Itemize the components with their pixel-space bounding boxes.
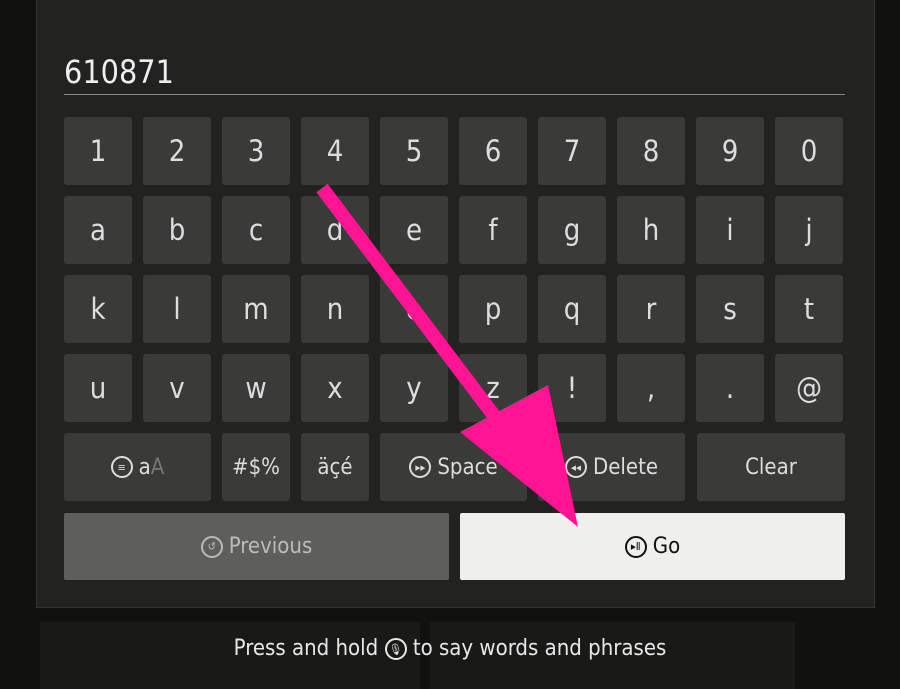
key-3[interactable]: 3	[222, 117, 290, 185]
key-9[interactable]: 9	[696, 117, 764, 185]
key-2[interactable]: 2	[143, 117, 211, 185]
key-j[interactable]: j	[775, 196, 843, 264]
key-z[interactable]: z	[459, 354, 527, 422]
key-q[interactable]: q	[538, 275, 606, 343]
rewind-icon: ◂◂	[564, 456, 587, 478]
clear-key[interactable]: Clear	[697, 433, 845, 501]
key-y[interactable]: y	[380, 354, 448, 422]
key-h[interactable]: h	[617, 196, 685, 264]
key-4[interactable]: 4	[301, 117, 369, 185]
key-w[interactable]: w	[222, 354, 290, 422]
key-c[interactable]: c	[222, 196, 290, 264]
key-1[interactable]: 1	[64, 117, 132, 185]
back-icon: ↺	[200, 535, 223, 558]
key-![interactable]: !	[538, 354, 606, 422]
key-l[interactable]: l	[143, 275, 211, 343]
key-5[interactable]: 5	[380, 117, 448, 185]
previous-label: Previous	[228, 534, 313, 559]
key-p[interactable]: p	[459, 275, 527, 343]
search-input[interactable]: 610871	[64, 50, 845, 95]
key-v[interactable]: v	[143, 354, 211, 422]
accents-key[interactable]: äçé	[301, 433, 369, 501]
key-g[interactable]: g	[538, 196, 606, 264]
key-e[interactable]: e	[380, 196, 448, 264]
menu-icon: ≡	[110, 456, 133, 478]
key-@[interactable]: @	[775, 354, 843, 422]
previous-button[interactable]: ↺ Previous	[64, 513, 449, 580]
key-f[interactable]: f	[459, 196, 527, 264]
space-label: Space	[437, 454, 498, 480]
key-,[interactable]: ,	[617, 354, 685, 422]
key-d[interactable]: d	[301, 196, 369, 264]
key-.[interactable]: .	[696, 354, 764, 422]
delete-key[interactable]: ◂◂ Delete	[538, 433, 685, 501]
symbols-key[interactable]: #$%	[222, 433, 290, 501]
key-t[interactable]: t	[775, 275, 843, 343]
key-6[interactable]: 6	[459, 117, 527, 185]
key-i[interactable]: i	[696, 196, 764, 264]
key-a[interactable]: a	[64, 196, 132, 264]
key-r[interactable]: r	[617, 275, 685, 343]
delete-label: Delete	[592, 454, 659, 480]
go-button[interactable]: ▸Ⅱ Go	[460, 513, 845, 580]
fast-forward-icon: ▸▸	[409, 456, 432, 478]
case-upper: A	[150, 454, 165, 480]
key-n[interactable]: n	[301, 275, 369, 343]
play-pause-icon: ▸Ⅱ	[624, 535, 647, 558]
go-label: Go	[652, 534, 681, 559]
hint-after: to say words and phrases	[412, 636, 667, 661]
microphone-icon: 🎙︎	[384, 638, 407, 660]
case-lower: a	[138, 454, 151, 480]
key-0[interactable]: 0	[775, 117, 843, 185]
hint-before: Press and hold	[233, 636, 379, 661]
key-x[interactable]: x	[301, 354, 369, 422]
key-b[interactable]: b	[143, 196, 211, 264]
key-k[interactable]: k	[64, 275, 132, 343]
key-u[interactable]: u	[64, 354, 132, 422]
key-8[interactable]: 8	[617, 117, 685, 185]
key-o[interactable]: o	[380, 275, 448, 343]
key-7[interactable]: 7	[538, 117, 606, 185]
space-key[interactable]: ▸▸ Space	[380, 433, 527, 501]
key-m[interactable]: m	[222, 275, 290, 343]
case-toggle-key[interactable]: ≡ aA	[64, 433, 211, 501]
key-s[interactable]: s	[696, 275, 764, 343]
voice-hint: Press and hold 🎙︎ to say words and phras…	[0, 636, 900, 661]
